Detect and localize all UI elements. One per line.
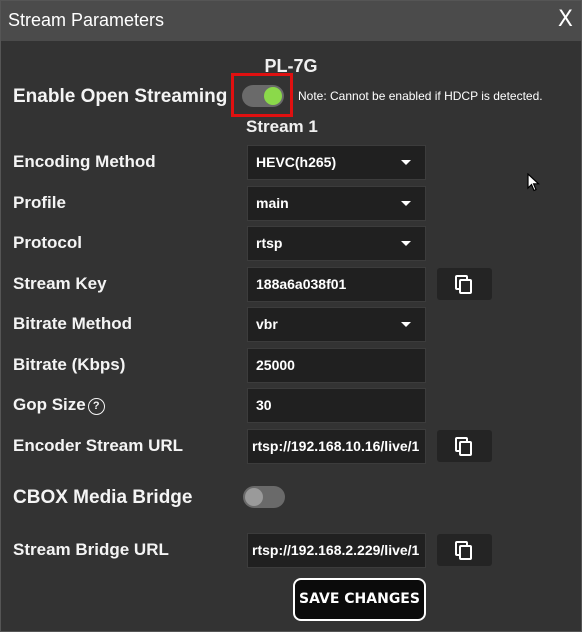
chevron-down-icon <box>401 160 411 165</box>
copy-icon <box>455 275 472 294</box>
toggle-knob <box>264 87 282 105</box>
gop-size-label-text: Gop Size <box>13 395 86 414</box>
hdcp-note: Note: Cannot be enabled if HDCP is detec… <box>298 89 543 103</box>
stream-bridge-url-label: Stream Bridge URL <box>13 540 169 559</box>
mouse-cursor-icon <box>527 173 541 192</box>
dialog-title: Stream Parameters <box>8 10 165 30</box>
copy-icon <box>455 437 472 456</box>
chevron-down-icon <box>401 322 411 327</box>
gop-size-field[interactable]: 30 <box>247 388 426 423</box>
enable-open-streaming-toggle[interactable] <box>242 85 284 107</box>
close-button[interactable]: X <box>558 7 573 32</box>
protocol-value: rtsp <box>256 235 283 251</box>
save-changes-button[interactable]: SAVE CHANGES <box>293 578 426 621</box>
protocol-label: Protocol <box>13 233 82 252</box>
bitrate-label: Bitrate (Kbps) <box>13 355 126 374</box>
encoder-stream-url-field[interactable]: rtsp://192.168.10.16/live/1 <box>247 429 426 464</box>
stream-key-label: Stream Key <box>13 274 107 293</box>
chevron-down-icon <box>401 241 411 246</box>
gop-size-label: Gop Size? <box>13 395 105 415</box>
bitrate-method-value: vbr <box>256 316 278 332</box>
enable-open-streaming-label: Enable Open Streaming <box>13 86 228 107</box>
profile-value: main <box>256 195 289 211</box>
cbox-media-bridge-toggle[interactable] <box>243 486 285 508</box>
bitrate-field[interactable]: 25000 <box>247 348 426 383</box>
dialog-titlebar: Stream Parameters X <box>1 1 581 41</box>
copy-icon <box>455 541 472 560</box>
cbox-media-bridge-label: CBOX Media Bridge <box>13 487 193 508</box>
help-icon[interactable]: ? <box>87 398 105 415</box>
stream-title: Stream 1 <box>246 117 318 136</box>
bitrate-method-select[interactable]: vbr <box>247 307 426 342</box>
protocol-select[interactable]: rtsp <box>247 226 426 261</box>
stream-bridge-url-field[interactable]: rtsp://192.168.2.229/live/1 <box>247 533 426 568</box>
encoding-method-value: HEVC(h265) <box>256 154 337 170</box>
bitrate-method-label: Bitrate Method <box>13 314 132 333</box>
toggle-knob <box>245 488 263 506</box>
stream-parameters-dialog: Stream Parameters X PL-7G Enable Open St… <box>0 0 582 632</box>
encoder-stream-url-label: Encoder Stream URL <box>13 436 184 455</box>
copy-encoder-url-button[interactable] <box>437 430 492 462</box>
profile-select[interactable]: main <box>247 186 426 221</box>
stream-key-field[interactable]: 188a6a038f01 <box>247 267 426 302</box>
encoding-method-label: Encoding Method <box>13 152 156 171</box>
chevron-down-icon <box>401 201 411 206</box>
copy-stream-key-button[interactable] <box>437 268 492 300</box>
copy-bridge-url-button[interactable] <box>437 534 492 566</box>
profile-label: Profile <box>13 193 66 212</box>
encoding-method-select[interactable]: HEVC(h265) <box>247 145 426 180</box>
